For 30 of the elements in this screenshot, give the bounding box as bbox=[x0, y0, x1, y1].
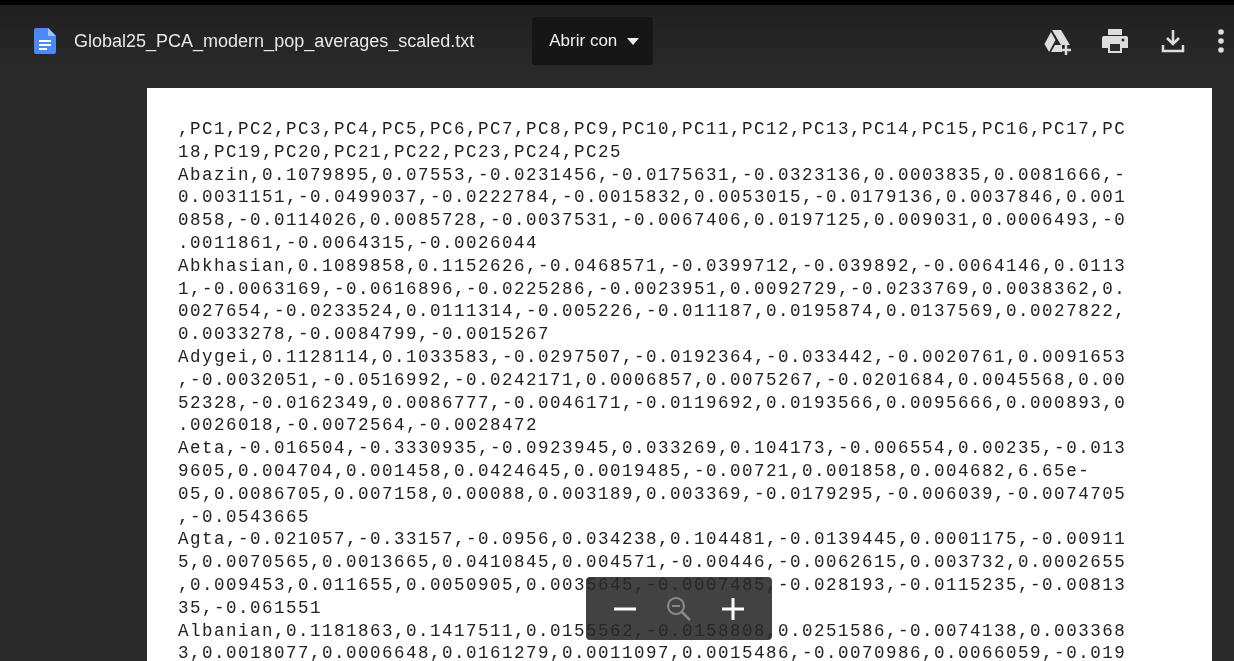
text-line: ,-0.0543665 bbox=[178, 505, 311, 529]
text-line: Abkhasian,0.1089858,0.1152626,-0.0468571,-0.0399712,-0.039892,-0.0064146,0.0113 bbox=[178, 254, 1127, 278]
text-line: 18,PC19,PC20,PC21,PC22,PC23,PC24,PC25 bbox=[178, 140, 623, 164]
text-line: .0011861,-0.0064315,-0.0026044 bbox=[178, 232, 539, 255]
print-icon[interactable] bbox=[1100, 26, 1130, 56]
text-line: Adygei,0.1128114,0.1033583,-0.0297507,-0.0192364,-0.033442,-0.0020761,0.0091653 bbox=[178, 345, 1127, 369]
plus-icon[interactable] bbox=[720, 595, 747, 622]
caret-icon bbox=[627, 37, 640, 45]
text-line: Aeta,-0.016504,-0.3330935,-0.0923945,0.033269,0.104173,-0.006554,0.00235,-0.013 bbox=[178, 437, 1127, 460]
text-line: ,PC1,PC2,PC3,PC4,PC5,PC6,PC7,PC8,PC9,PC10,PC11,PC12,PC13,PC14,PC15,PC16,PC17,PC bbox=[178, 118, 1127, 141]
text-line: 9605,0.004704,0.001458,0.0424645,0.0019485,-0.00721,0.001858,0.004682,6.65e- bbox=[178, 459, 1091, 483]
text-line: 3,0.0018077,0.0006648,0.0161279,0.0011097,0.0015486,-0.0070986,0.0066059,-0.019 bbox=[178, 642, 1127, 661]
text-line: 0.0033278,-0.0084799,-0.0015267 bbox=[178, 323, 551, 346]
text-line: .0026018,-0.0072564,-0.0028472 bbox=[178, 414, 539, 438]
text-line: 35,-0.061551 bbox=[178, 596, 323, 620]
text-line: 0858,-0.0114026,0.0085728,-0.0037531,-0.0067406,0.0197125,0.009031,0.0006493,-0 bbox=[178, 209, 1127, 232]
zoom-out-icon[interactable] bbox=[665, 594, 693, 623]
text-line: Agta,-0.021057,-0.33157,-0.0956,0.034238,0.104481,-0.0139445,0.0001175,-0.00911 bbox=[178, 528, 1127, 552]
text-line: ,-0.0032051,-0.0516992,-0.0242171,0.0006857,0.0075267,-0.0201684,0.0045568,0.00 bbox=[178, 368, 1127, 392]
document-icon bbox=[34, 28, 56, 54]
text-line: 05,0.0086705,0.007158,0.00088,0.003189,0.003369,-0.0179295,-0.006039,-0.0074705 bbox=[178, 482, 1127, 506]
text-line: 5,0.0070565,0.0013665,0.0410845,0.004571,-0.00446,-0.0062615,0.003732,0.0002655 bbox=[178, 551, 1127, 574]
text-line: 0027654,-0.0233524,0.0111314,-0.005226,-0.011187,0.0195874,0.0137569,0.0027822, bbox=[178, 300, 1127, 324]
text-line: 52328,-0.0162349,0.0086777,-0.0046171,-0.0119692,0.0193566,0.0095666,0.000893,0 bbox=[178, 391, 1127, 415]
text-line: Abazin,0.1079895,0.07553,-0.0231456,-0.0175631,-0.0323136,0.0003835,0.0081666,- bbox=[178, 163, 1127, 187]
more-icon[interactable] bbox=[1216, 26, 1226, 56]
file-name: Global25_PCA_modern_pop_averages_scaled.txt bbox=[74, 30, 475, 52]
text-line: 0.0031151,-0.0499037,-0.0222784,-0.0015832,0.0053015,-0.0179136,0.0037846,0.001 bbox=[178, 186, 1127, 210]
text-line: 1,-0.0063169,-0.0616896,-0.0225286,-0.0023951,0.0092729,-0.0233769,0.0038362,0. bbox=[178, 277, 1127, 301]
open-with-button[interactable]: Abrir con bbox=[532, 17, 654, 65]
